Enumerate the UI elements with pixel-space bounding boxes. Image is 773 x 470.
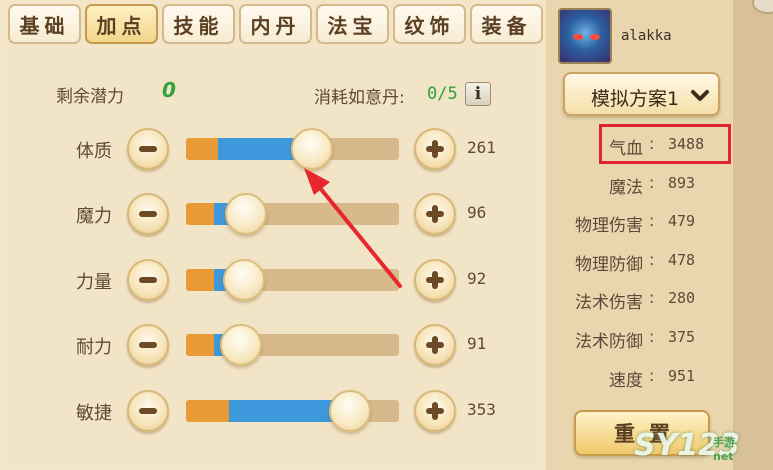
tab-equipment[interactable]: 装备 bbox=[470, 4, 543, 44]
edge-strip bbox=[733, 0, 773, 470]
annotation-arrow bbox=[304, 168, 402, 288]
attr-colon: : bbox=[649, 288, 655, 307]
chevron-down-icon bbox=[691, 90, 709, 101]
watermark-domain: net bbox=[713, 450, 734, 463]
hp-highlight-box bbox=[599, 124, 731, 164]
avatar-eye bbox=[590, 34, 600, 40]
tab-basic[interactable]: 基础 bbox=[8, 4, 81, 44]
attr-colon: : bbox=[649, 173, 655, 192]
attr-label: 法术防御 bbox=[575, 332, 643, 352]
watermark-sub: 手游 bbox=[713, 436, 735, 449]
attr-row-physical-defense: 物理防御 : 478 bbox=[546, 247, 733, 275]
tab-inner-pill[interactable]: 内丹 bbox=[239, 4, 312, 44]
attr-label: 魔法 bbox=[609, 178, 643, 198]
attr-row-speed: 速度 : 951 bbox=[546, 363, 733, 391]
player-avatar[interactable] bbox=[558, 8, 612, 64]
attr-value: 479 bbox=[668, 212, 696, 230]
attr-row-physical-damage: 物理伤害 : 479 bbox=[546, 208, 733, 236]
attr-value: 951 bbox=[668, 367, 696, 385]
attribute-panel: alakka 模拟方案1 气血 : 3488 魔法 : 893 物理伤害 : 4… bbox=[546, 0, 733, 470]
attr-value: 893 bbox=[668, 174, 696, 192]
attr-row-spell-defense: 法术防御 : 375 bbox=[546, 324, 733, 352]
tab-bar: 基础 加点 技能 内丹 法宝 纹饰 装备 bbox=[8, 4, 546, 44]
tab-skills[interactable]: 技能 bbox=[162, 4, 235, 44]
tab-decoration[interactable]: 纹饰 bbox=[393, 4, 466, 44]
attr-label: 法术伤害 bbox=[575, 293, 643, 313]
attr-label: 物理伤害 bbox=[575, 216, 643, 236]
attr-colon: : bbox=[649, 327, 655, 346]
attr-colon: : bbox=[649, 366, 655, 385]
plan-dropdown-label: 模拟方案1 bbox=[591, 88, 680, 110]
player-name: alakka bbox=[621, 28, 672, 44]
tab-treasure[interactable]: 法宝 bbox=[316, 4, 389, 44]
avatar-eye bbox=[573, 34, 583, 40]
watermark-logo: SY123 bbox=[634, 428, 768, 468]
attr-value: 375 bbox=[668, 328, 696, 346]
attr-colon: : bbox=[649, 211, 655, 230]
attr-value: 478 bbox=[668, 251, 696, 269]
attr-row-spell-damage: 法术伤害 : 280 bbox=[546, 285, 733, 313]
points-panel: 剩余潜力 0 消耗如意丹: 0/5 i 体质 261 魔力 96 力量 92 耐… bbox=[8, 48, 542, 466]
attr-colon: : bbox=[649, 250, 655, 269]
plan-dropdown[interactable]: 模拟方案1 bbox=[563, 72, 720, 116]
attr-value: 280 bbox=[668, 289, 696, 307]
tab-add-points[interactable]: 加点 bbox=[85, 4, 158, 44]
attr-label: 速度 bbox=[609, 371, 643, 391]
attr-label: 物理防御 bbox=[575, 255, 643, 275]
attr-row-mana: 魔法 : 893 bbox=[546, 170, 733, 198]
